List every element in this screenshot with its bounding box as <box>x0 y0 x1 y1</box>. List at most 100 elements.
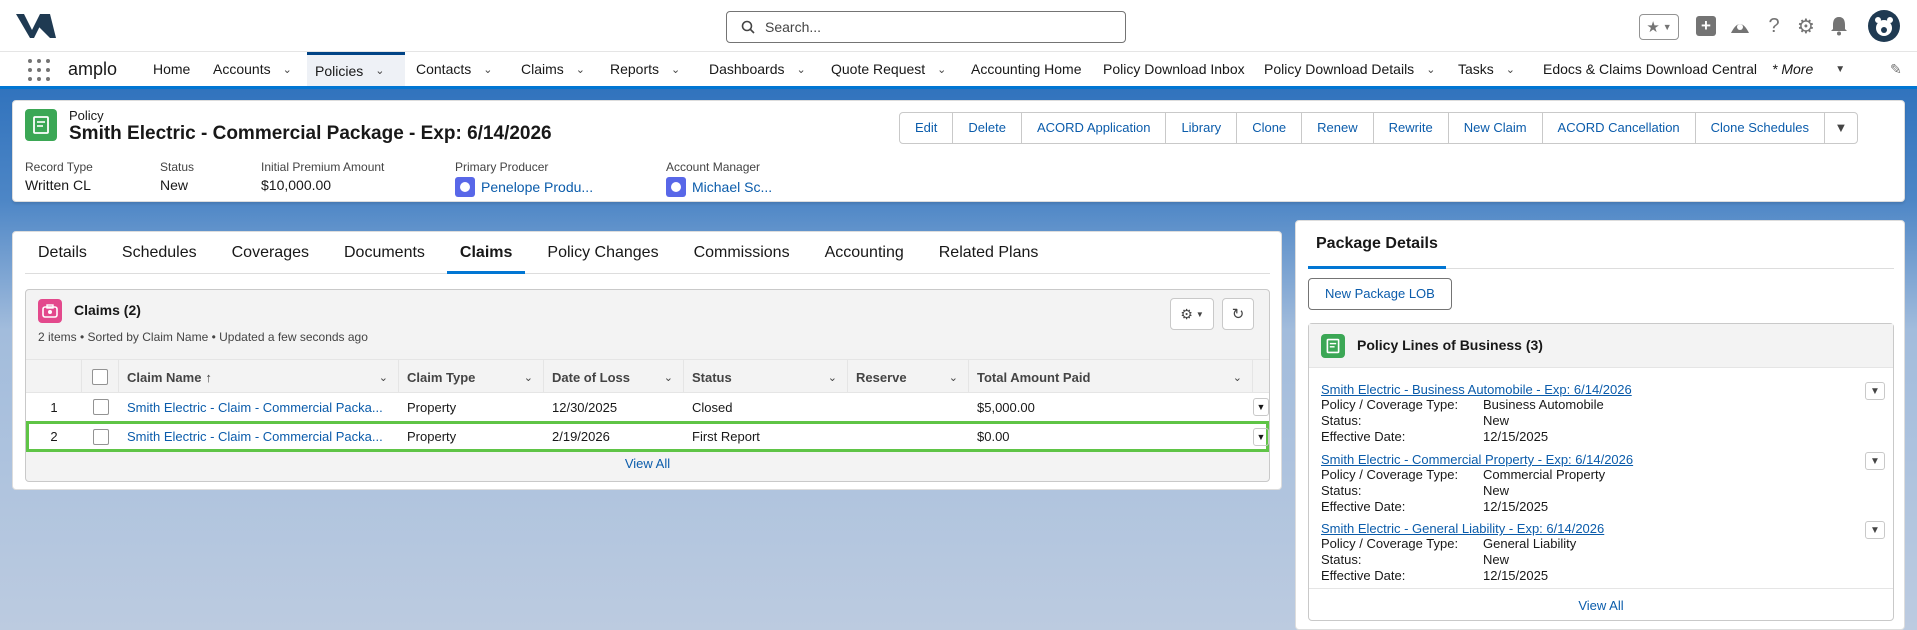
trailhead-button[interactable] <box>1728 12 1752 40</box>
nav-item-accounting-home[interactable]: Accounting Home <box>963 52 1090 86</box>
renew-button[interactable]: Renew <box>1302 113 1374 143</box>
nav-item-dashboards[interactable]: Dashboards ⌄ <box>701 52 814 86</box>
item-menu-chevron-down-icon[interactable]: ▼ <box>1865 452 1885 470</box>
chevron-down-icon[interactable]: ⌄ <box>1426 63 1435 76</box>
chevron-down-icon[interactable]: ⌄ <box>797 63 806 76</box>
nav-item-claims[interactable]: Claims ⌄ <box>513 52 593 86</box>
delete-button[interactable]: Delete <box>953 113 1022 143</box>
rewrite-button[interactable]: Rewrite <box>1374 113 1449 143</box>
claim-type-cell: Property <box>407 429 457 444</box>
chevron-down-icon[interactable]: ⌄ <box>828 371 837 384</box>
package-details-card: Package Details New Package LOB Policy L… <box>1295 220 1905 630</box>
nav-label: Policies <box>315 62 364 79</box>
row-actions-chevron-down-icon[interactable]: ▼ <box>1253 393 1269 421</box>
plus-square-icon: + <box>1696 16 1716 36</box>
nav-item-contacts[interactable]: Contacts ⌄ <box>408 52 500 86</box>
tab-commissions[interactable]: Commissions <box>681 238 803 274</box>
chevron-down-icon[interactable]: ⌄ <box>379 371 388 384</box>
amplo-logo[interactable] <box>16 12 56 40</box>
edit-button[interactable]: Edit <box>900 113 954 143</box>
user-avatar[interactable] <box>1868 10 1900 42</box>
claim-name-link[interactable]: Smith Electric - Claim - Commercial Pack… <box>127 400 383 415</box>
acord-application-button[interactable]: ACORD Application <box>1022 113 1167 143</box>
nav-item-edocs-claims[interactable]: Edocs & Claims Download Central <box>1535 52 1765 86</box>
item-menu-chevron-down-icon[interactable]: ▼ <box>1865 382 1885 400</box>
item-menu-chevron-down-icon[interactable]: ▼ <box>1865 521 1885 539</box>
nav-item-policies[interactable]: Policies ⌄ <box>307 52 405 86</box>
chevron-down-icon[interactable]: ⌄ <box>283 63 292 76</box>
column-header-date-of-loss[interactable]: Date of Loss ⌄ <box>544 360 684 394</box>
global-search-input[interactable]: Search... <box>726 11 1126 43</box>
chevron-down-icon[interactable]: ⌄ <box>937 63 946 76</box>
list-settings-button[interactable]: ⚙ ▼ <box>1170 298 1214 330</box>
column-header-status[interactable]: Status ⌄ <box>684 360 848 394</box>
primary-producer-link[interactable]: Penelope Produ... <box>481 179 593 195</box>
policy-lines-view-all-link[interactable]: View All <box>1309 598 1893 613</box>
clone-button[interactable]: Clone <box>1237 113 1303 143</box>
row-checkbox[interactable] <box>92 399 109 415</box>
acord-cancellation-button[interactable]: ACORD Cancellation <box>1543 113 1696 143</box>
chevron-down-icon[interactable]: ⌄ <box>375 64 384 77</box>
chevron-down-icon[interactable]: ⌄ <box>1233 371 1242 384</box>
column-header-claim-name[interactable]: Claim Name ↑ ⌄ <box>119 360 399 394</box>
tab-package-details[interactable]: Package Details <box>1308 229 1446 269</box>
column-header-total-amount-paid[interactable]: Total Amount Paid ⌄ <box>969 360 1253 394</box>
app-launcher-icon[interactable] <box>28 59 50 81</box>
gear-icon[interactable]: ⚙ <box>1795 12 1817 40</box>
field-label: Effective Date: <box>1321 568 1406 583</box>
tab-schedules[interactable]: Schedules <box>109 238 210 274</box>
new-claim-button[interactable]: New Claim <box>1449 113 1543 143</box>
select-all-checkbox[interactable] <box>92 369 108 385</box>
chevron-down-icon[interactable]: ⌄ <box>949 371 958 384</box>
tab-accounting[interactable]: Accounting <box>812 238 917 274</box>
lob-title-link[interactable]: Smith Electric - Commercial Property - E… <box>1321 452 1881 467</box>
chevron-down-icon[interactable]: ⌄ <box>576 63 585 76</box>
field-label: Effective Date: <box>1321 429 1406 444</box>
column-header-claim-type[interactable]: Claim Type ⌄ <box>399 360 544 394</box>
row-checkbox[interactable] <box>92 428 109 445</box>
edit-nav-pencil-icon[interactable]: ✎ <box>1882 52 1910 86</box>
nav-item-policy-download-details[interactable]: Policy Download Details ⌄ <box>1256 52 1443 86</box>
nav-item-policy-download-inbox[interactable]: Policy Download Inbox <box>1095 52 1253 86</box>
nav-item-accounts[interactable]: Accounts ⌄ <box>205 52 300 86</box>
chevron-down-icon[interactable]: ⌄ <box>671 63 680 76</box>
favorites-button[interactable]: ★ ▼ <box>1639 14 1679 40</box>
policy-lines-title: Policy Lines of Business (3) <box>1357 337 1543 353</box>
column-header-reserve[interactable]: Reserve ⌄ <box>848 360 969 394</box>
claims-table-header: Claim Name ↑ ⌄ Claim Type ⌄ Date of Loss ⌄ S… <box>26 359 1269 394</box>
lob-title-link[interactable]: Smith Electric - Business Automobile - E… <box>1321 382 1881 397</box>
help-icon[interactable]: ? <box>1764 12 1784 40</box>
claims-view-all-link[interactable]: View All <box>26 456 1269 471</box>
tab-details[interactable]: Details <box>25 238 100 274</box>
library-button[interactable]: Library <box>1166 113 1238 143</box>
nav-item-more[interactable]: * More ▼ <box>1764 52 1853 86</box>
nav-item-reports[interactable]: Reports ⌄ <box>602 52 688 86</box>
chevron-down-icon[interactable]: ▼ <box>1835 64 1845 75</box>
refresh-button[interactable]: ↻ <box>1222 298 1254 330</box>
global-actions-button[interactable]: + <box>1695 12 1717 40</box>
chevron-down-icon[interactable]: ⌄ <box>664 371 673 384</box>
total-paid-cell: $0.00 <box>977 429 1010 444</box>
notifications-button[interactable] <box>1828 12 1850 40</box>
chevron-down-icon[interactable]: ⌄ <box>1506 63 1515 76</box>
nav-item-home[interactable]: Home <box>145 52 198 86</box>
tab-documents[interactable]: Documents <box>331 238 438 274</box>
tab-related-plans[interactable]: Related Plans <box>926 238 1052 274</box>
tab-policy-changes[interactable]: Policy Changes <box>534 238 671 274</box>
nav-label: Quote Request <box>831 61 926 77</box>
field-label: Account Manager <box>666 160 761 174</box>
row-actions-chevron-down-icon[interactable]: ▼ <box>1253 424 1269 449</box>
more-actions-chevron-down-icon[interactable]: ▼ <box>1825 113 1857 143</box>
lob-title-link[interactable]: Smith Electric - General Liability - Exp… <box>1321 521 1881 536</box>
new-package-lob-button[interactable]: New Package LOB <box>1308 278 1452 310</box>
chevron-down-icon[interactable]: ⌄ <box>483 63 492 76</box>
nav-item-tasks[interactable]: Tasks ⌄ <box>1450 52 1523 86</box>
chevron-down-icon[interactable]: ⌄ <box>524 371 533 384</box>
account-manager-link[interactable]: Michael Sc... <box>692 179 772 195</box>
nav-item-quote-request[interactable]: Quote Request ⌄ <box>823 52 954 86</box>
tab-coverages[interactable]: Coverages <box>219 238 322 274</box>
divider <box>1309 588 1893 589</box>
claim-name-link[interactable]: Smith Electric - Claim - Commercial Pack… <box>127 429 383 444</box>
tab-claims[interactable]: Claims <box>446 238 526 274</box>
clone-schedules-button[interactable]: Clone Schedules <box>1696 113 1825 143</box>
